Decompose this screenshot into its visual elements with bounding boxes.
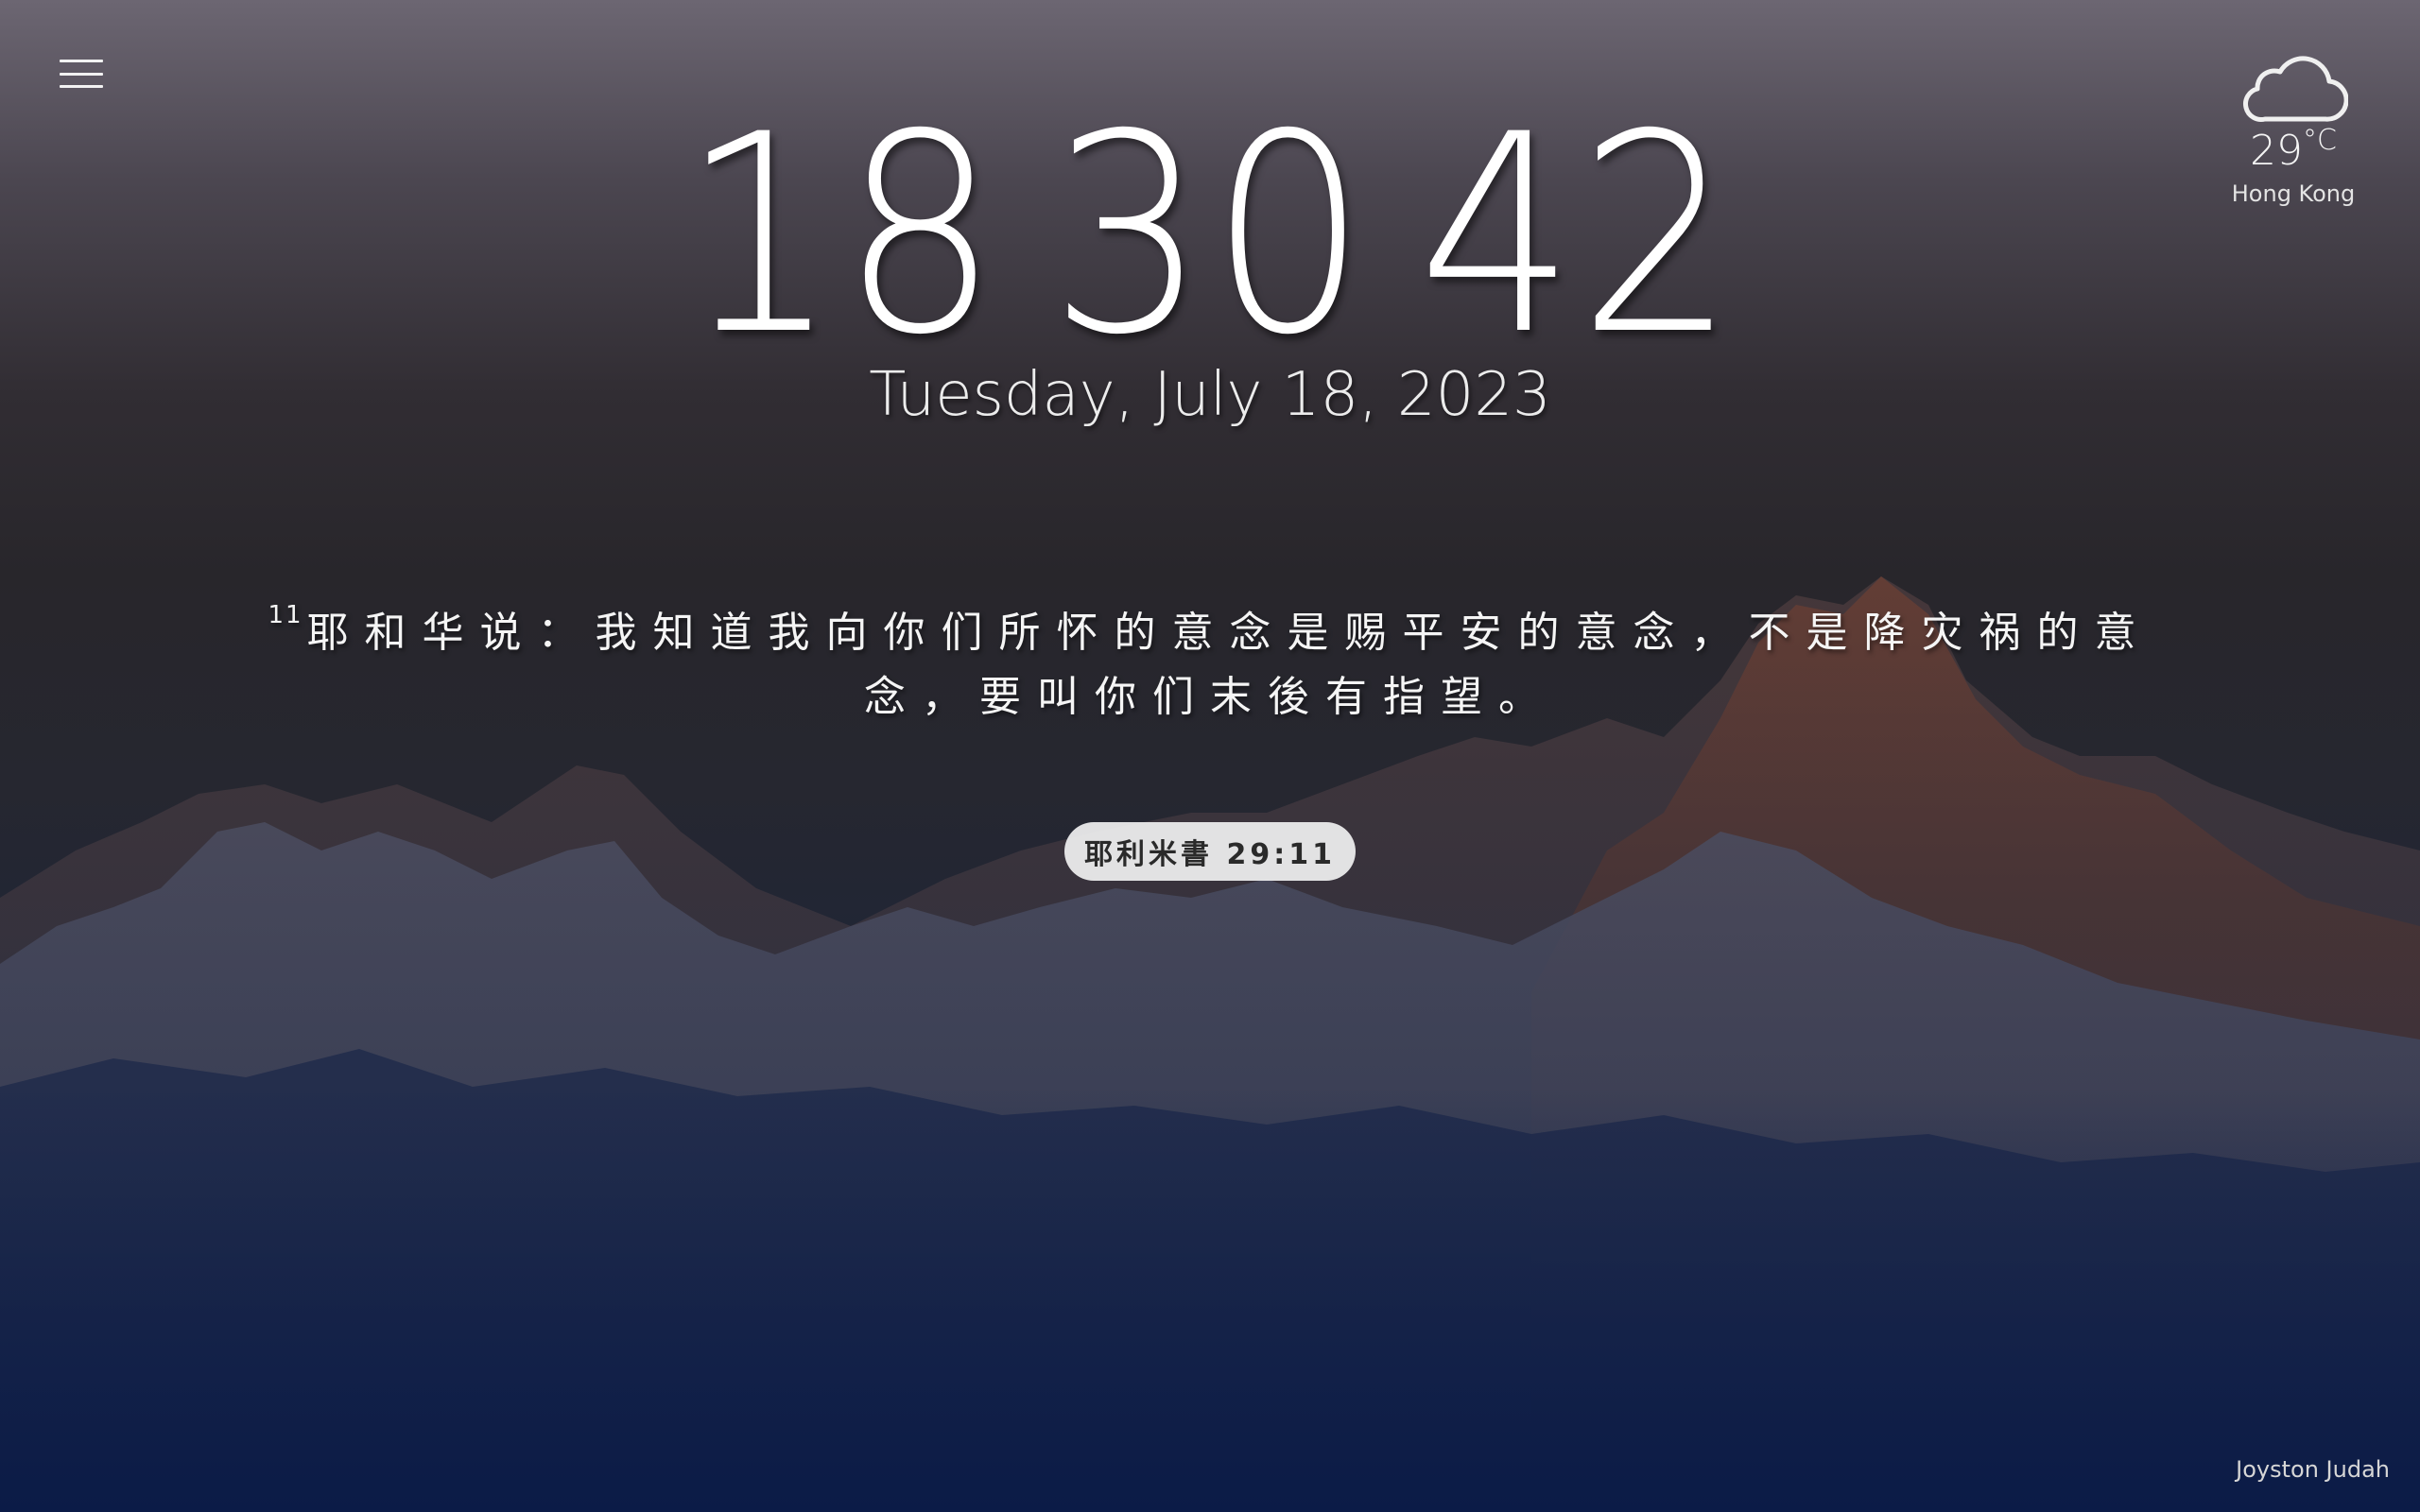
- verse-number: 11: [268, 601, 303, 629]
- clock: 18 30 42: [121, 99, 2299, 373]
- date-display: Tuesday, July 18, 2023: [869, 360, 1551, 430]
- menu-button[interactable]: [53, 53, 110, 94]
- verse-text: 耶和华说：我知道我向你们所怀的意念是赐平安的意念，不是降灾祸的意念，要叫你们末後…: [306, 609, 2152, 721]
- verse-reference-button[interactable]: 耶利米書 29:11: [1064, 822, 1356, 881]
- bible-verse: 11耶和华说：我知道我向你们所怀的意念是赐平安的意念，不是降灾祸的意念，要叫你们…: [246, 601, 2174, 730]
- clock-seconds: 42: [1418, 77, 1739, 395]
- temperature-unit: °C: [2303, 124, 2337, 157]
- clock-minutes: 30: [1049, 77, 1371, 395]
- hamburger-menu-icon: [60, 60, 103, 88]
- photo-credit[interactable]: Joyston Judah: [2236, 1455, 2390, 1484]
- clock-hours: 18: [681, 77, 1002, 395]
